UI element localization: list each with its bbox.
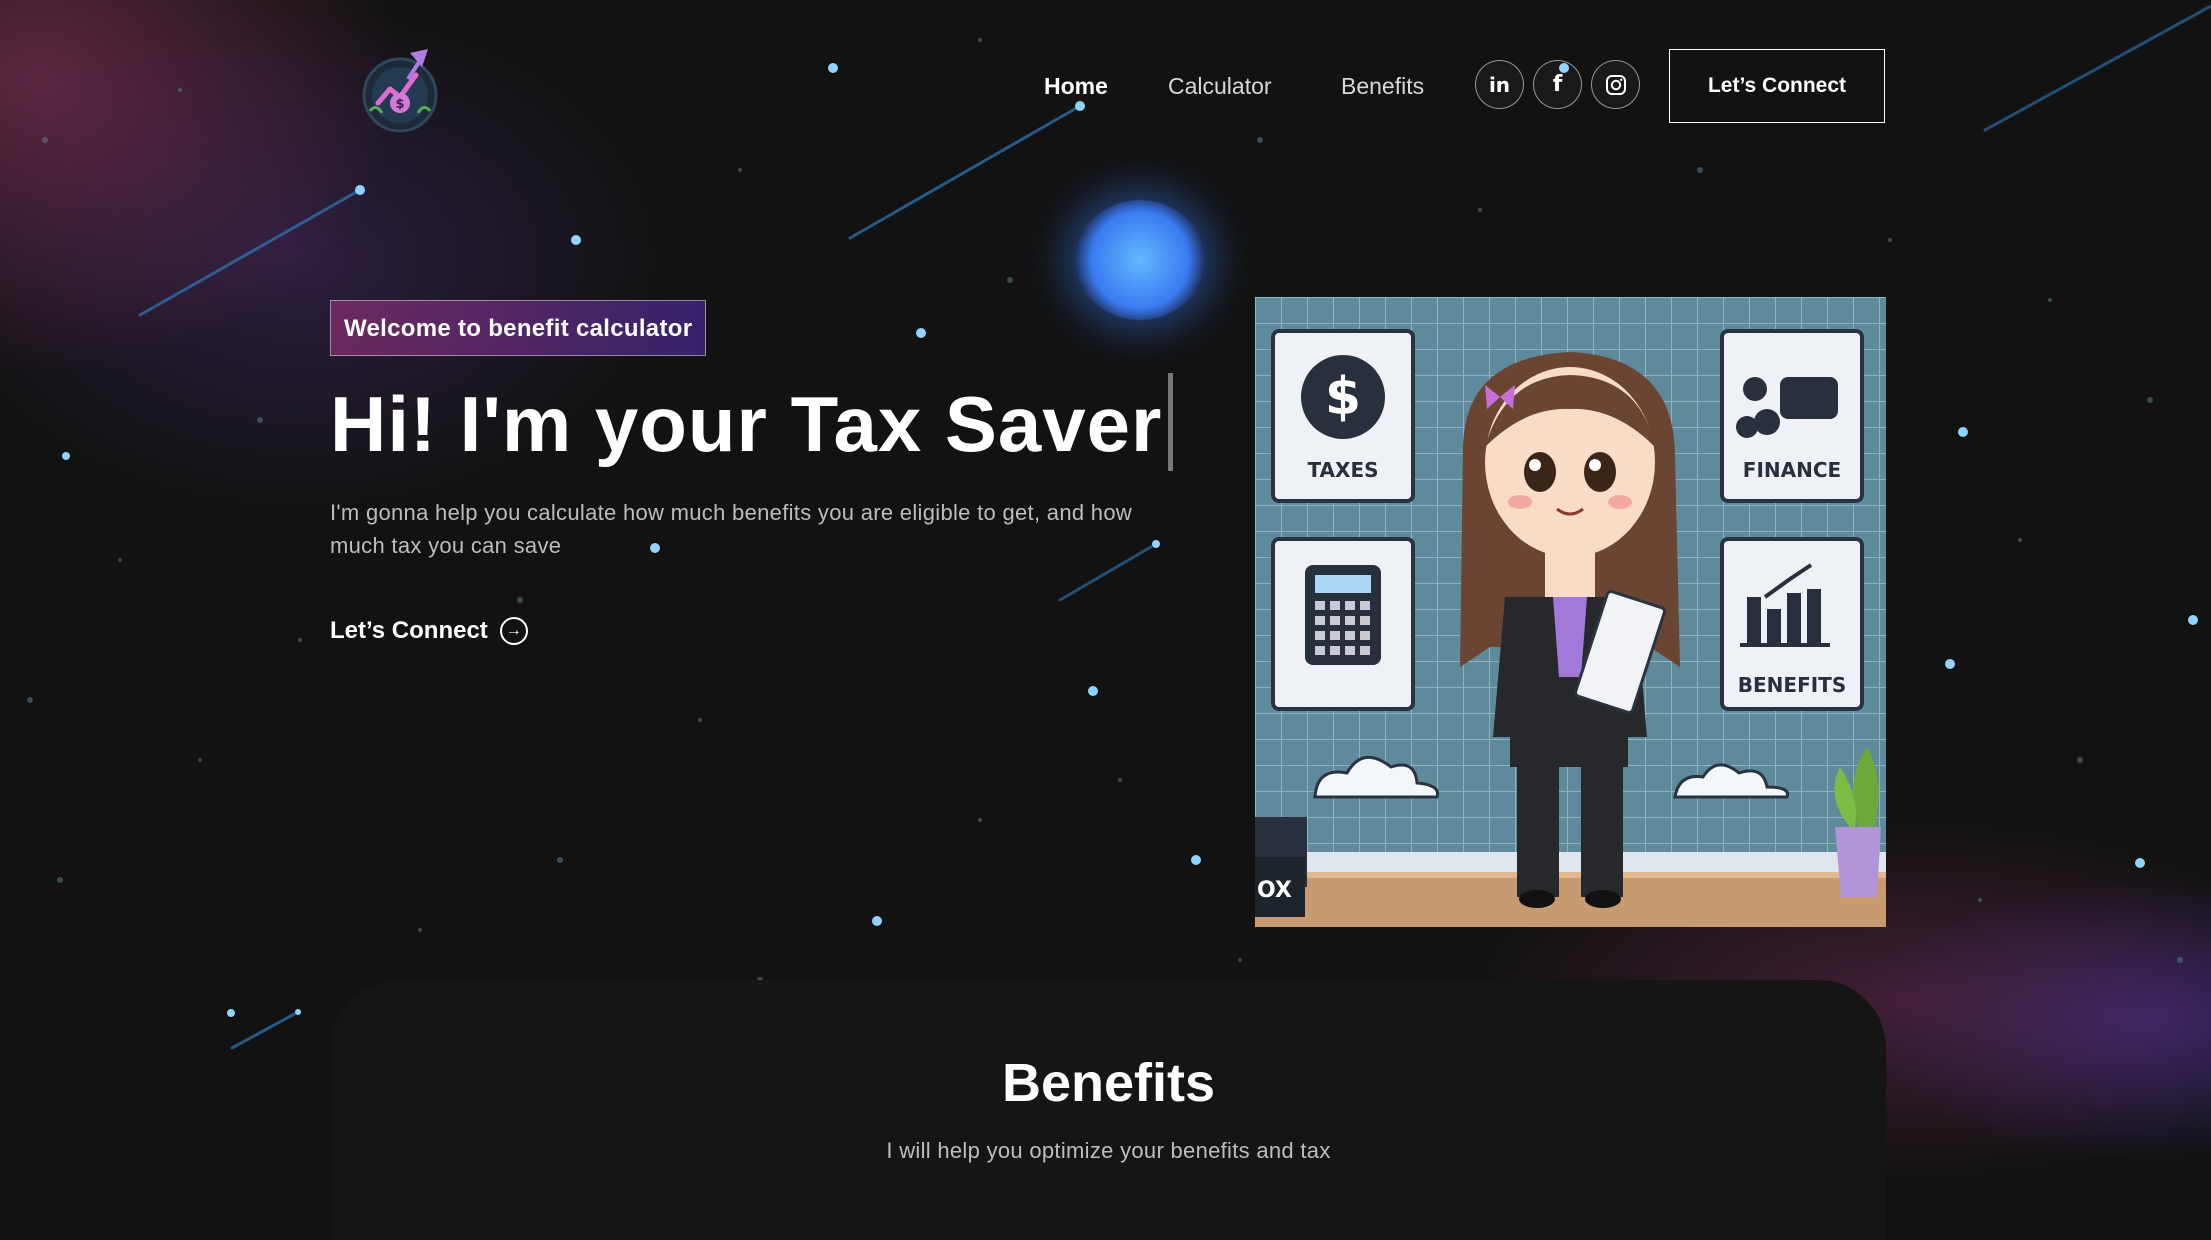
facebook-icon[interactable]: f — [1533, 60, 1582, 109]
hero-subtitle: I'm gonna help you calculate how much be… — [330, 500, 1133, 558]
box-label: OX — [1257, 878, 1292, 903]
svg-text:$: $ — [1325, 367, 1361, 427]
benefits-section: Benefits I will help you optimize your b… — [331, 980, 1886, 1240]
benefits-title: Benefits — [1001, 1053, 1216, 1113]
arrow-circle-right-icon: → — [499, 617, 528, 645]
taxes-label: TAXES — [1307, 458, 1378, 482]
logo-icon[interactable]: $ — [360, 45, 444, 135]
top-navbar: $ Home Calculator Benefits in f Let’s Co… — [0, 0, 2211, 175]
hero-section: Welcome to benefit calculator Hi! I'm yo… — [330, 300, 1200, 645]
facebook-glyph: f — [1552, 72, 1563, 97]
coins-icon — [1780, 377, 1838, 419]
typing-caret — [1168, 373, 1174, 471]
calculator-tile — [1271, 537, 1415, 711]
lets-connect-button[interactable]: Let’s Connect — [1669, 49, 1885, 123]
benefits-label: BENEFITS — [1738, 673, 1846, 697]
hero-link-label: Let’s Connect — [330, 617, 488, 644]
svg-text:$: $ — [395, 97, 404, 112]
finance-label: FINANCE — [1743, 458, 1841, 482]
instagram-glyph — [1605, 74, 1626, 95]
tax-saver-illustration: $ TAXES FINANCE BENEFITS OX — [1255, 297, 1886, 927]
finance-tile: FINANCE — [1720, 329, 1864, 503]
hero-lets-connect-link[interactable]: Let’s Connect → — [330, 617, 528, 645]
nav-link-home[interactable]: Home — [1044, 73, 1108, 100]
taxes-tile: $ TAXES — [1271, 329, 1415, 503]
welcome-tagline: Welcome to benefit calculator — [330, 300, 707, 356]
benefits-subtitle: I will help you optimize your benefits a… — [886, 1138, 1331, 1163]
nav-link-calculator[interactable]: Calculator — [1168, 73, 1272, 100]
hero-title: Hi! I'm your Tax Saver — [330, 372, 1200, 476]
instagram-icon[interactable] — [1591, 60, 1640, 109]
nav-link-benefits[interactable]: Benefits — [1341, 73, 1424, 100]
hero-title-text: Hi! I'm your Tax Saver — [330, 380, 1163, 468]
benefits-tile: BENEFITS — [1720, 537, 1864, 711]
linkedin-glyph: in — [1488, 72, 1511, 97]
linkedin-icon[interactable]: in — [1475, 60, 1524, 109]
